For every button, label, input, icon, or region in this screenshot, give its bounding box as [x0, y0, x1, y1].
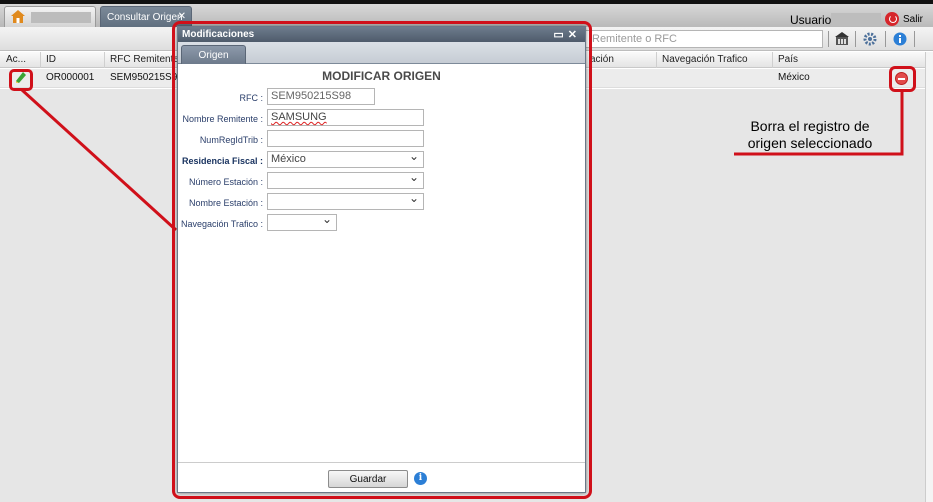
- column-divider: [772, 52, 773, 68]
- toolbar-divider: [885, 31, 886, 47]
- user-label: Usuario:: [790, 13, 835, 27]
- toolbar-divider: [828, 31, 829, 47]
- column-divider: [656, 52, 657, 68]
- column-header-rfc[interactable]: RFC Remitente: [110, 54, 179, 65]
- info-icon[interactable]: [893, 32, 907, 46]
- logout-link[interactable]: Salir: [903, 14, 923, 25]
- scrollbar[interactable]: [925, 52, 933, 502]
- column-header-id[interactable]: ID: [46, 54, 56, 65]
- cell-pais: México: [778, 72, 810, 83]
- tab-label: Consultar Origen: [107, 12, 183, 23]
- home-tab-label-redacted: [31, 12, 91, 23]
- annotation-line-2: origen seleccionado: [747, 135, 873, 151]
- building-icon[interactable]: [835, 32, 849, 46]
- column-divider: [104, 52, 105, 68]
- annotation-text: Borra el registro de origen seleccionado: [740, 118, 880, 152]
- home-tab[interactable]: [4, 6, 96, 27]
- delete-highlight: [889, 66, 916, 92]
- cell-id: OR000001: [46, 72, 95, 83]
- column-header-pais[interactable]: País: [778, 54, 798, 65]
- edit-highlight: [9, 69, 33, 91]
- dialog-highlight: [172, 21, 592, 499]
- username-redacted: [831, 13, 881, 26]
- toolbar-divider: [855, 31, 856, 47]
- column-header-partial[interactable]: ación: [590, 54, 614, 65]
- gear-icon[interactable]: [863, 32, 877, 46]
- column-header-actions[interactable]: Ac...: [6, 54, 26, 65]
- home-icon: [11, 10, 25, 23]
- annotation-line-1: Borra el registro de: [750, 118, 870, 134]
- search-input[interactable]: Remitente o RFC: [583, 30, 823, 48]
- power-icon[interactable]: [885, 12, 899, 26]
- column-header-navegacion[interactable]: Navegación Trafico: [662, 54, 748, 65]
- toolbar-divider: [914, 31, 915, 47]
- column-divider: [40, 52, 41, 68]
